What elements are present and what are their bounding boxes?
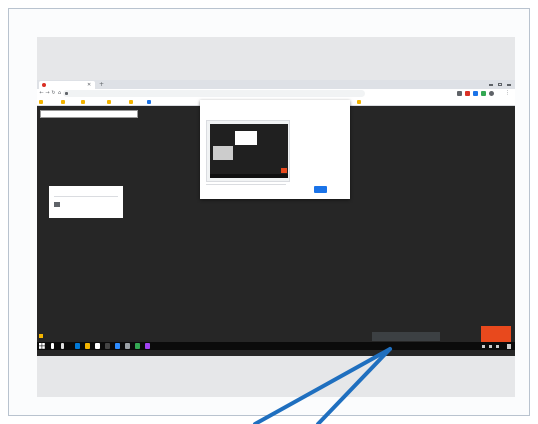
file-icon [39,334,43,338]
bookmark-icon [61,100,65,104]
bookmark-icon [129,100,133,104]
bookmark-item[interactable] [147,99,153,105]
bookmark-icon [81,100,85,104]
bookmark-item[interactable] [129,99,135,105]
extension-icon[interactable] [473,91,478,96]
preview-taskbar [210,174,288,178]
preview-red-block [281,168,287,173]
close-window-icon[interactable] [507,83,511,86]
windows-start-icon[interactable] [39,343,45,349]
preview-window [235,131,257,145]
taskbar-app-icon[interactable] [95,343,100,349]
folder-icon [357,100,361,104]
folder-icon[interactable] [85,343,90,349]
cancel-button[interactable] [331,186,345,193]
minimize-icon[interactable] [489,83,493,86]
lock-icon [65,92,68,95]
camera-toast[interactable] [372,332,440,341]
participant-card [49,186,123,218]
back-icon[interactable]: ← [39,90,44,96]
taskbar-app-icon[interactable] [75,343,80,349]
browser-tab[interactable]: ✕ [39,81,95,89]
download-item[interactable] [39,333,61,339]
bookmark-item[interactable] [61,99,67,105]
taskbar-app-icon[interactable] [105,343,110,349]
other-bookmarks[interactable] [357,99,363,105]
taskbar-app-icon[interactable] [125,343,130,349]
card-divider [54,196,118,197]
bookmark-item[interactable] [107,99,113,105]
forward-icon[interactable]: → [45,90,50,96]
taskbar-app-icon[interactable] [145,343,150,349]
search-icon[interactable] [51,343,54,349]
home-icon[interactable]: ⌂ [57,90,62,96]
bookmark-item[interactable] [39,99,45,105]
task-view-icon[interactable] [61,343,64,349]
new-tab-icon[interactable]: + [99,80,104,89]
share-screen-dialog [200,100,350,199]
browser-window: ✕ + ← → ↻ ⌂ ⋮ [37,80,515,356]
window-controls [489,80,511,89]
taskbar-app-icon[interactable] [115,343,120,349]
tab-bar: ✕ + [37,80,515,89]
network-icon[interactable] [482,344,485,348]
favicon-icon [42,83,46,87]
preview-thumbnail [213,146,233,160]
profile-avatar-icon[interactable] [489,91,494,96]
screen-icon [54,202,60,207]
notifications-icon[interactable] [507,343,511,349]
screen-preview-image [210,124,288,178]
bookmark-icon [147,100,151,104]
share-button[interactable] [314,186,327,193]
extension-icon[interactable] [465,91,470,96]
bookmark-icon [107,100,111,104]
bookmark-icon [39,100,43,104]
address-bar[interactable] [63,90,365,97]
windows-taskbar [37,342,515,350]
extension-icon[interactable] [457,91,462,96]
system-tray [482,342,511,350]
orange-action-button[interactable] [481,326,511,342]
taskbar-app-icon[interactable] [135,343,140,349]
extension-icon[interactable] [481,91,486,96]
battery-icon[interactable] [496,344,499,348]
screen-share-banner [40,110,138,118]
screen-preview-thumbnail[interactable] [206,120,290,182]
menu-kebab-icon[interactable]: ⋮ [505,90,510,96]
browser-toolbar: ← → ↻ ⌂ ⋮ [37,89,515,98]
close-tab-icon[interactable]: ✕ [87,81,91,89]
volume-icon[interactable] [489,344,492,348]
bookmark-item[interactable] [81,99,87,105]
maximize-icon[interactable] [498,83,502,86]
dialog-divider [206,184,286,185]
reload-icon[interactable]: ↻ [51,90,56,96]
page-content [37,100,515,342]
